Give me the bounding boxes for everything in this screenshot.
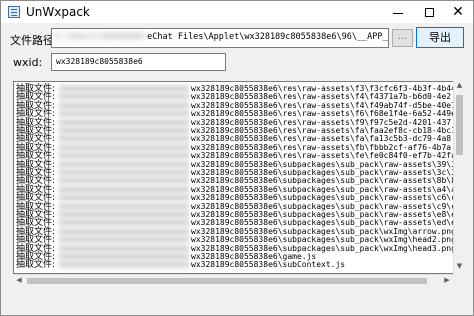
app-icon bbox=[8, 6, 20, 18]
redacted-path-segment bbox=[59, 160, 190, 168]
scroll-up-icon[interactable]: ▲ bbox=[454, 81, 465, 93]
redacted-path-segment bbox=[59, 261, 190, 269]
redacted-path-segment bbox=[59, 143, 190, 151]
log-line-path: wx328189c8055838e6\subContext.js bbox=[191, 260, 346, 270]
window-title: UnWxpack bbox=[26, 5, 90, 19]
log-line: 抽取文件: wx328189c8055838e6\subContext.js bbox=[16, 260, 464, 271]
redacted-path-segment bbox=[59, 236, 190, 244]
minimize-button[interactable] bbox=[383, 1, 413, 23]
redacted-path-segment bbox=[59, 127, 190, 134]
redacted-path-segment bbox=[59, 202, 190, 210]
redacted-path-segment bbox=[59, 227, 190, 235]
title-bar[interactable]: UnWxpack ✕ bbox=[1, 1, 473, 23]
vertical-scrollbar[interactable]: ▲ ▼ bbox=[453, 81, 465, 274]
redacted-path-segment bbox=[59, 118, 190, 126]
close-icon: ✕ bbox=[452, 4, 464, 20]
scroll-left-icon[interactable]: ◀ bbox=[13, 275, 25, 286]
app-window: UnWxpack ✕ 文件路径: C:\Users\XXXXXXXX\eChat… bbox=[0, 0, 474, 316]
redacted-path-segment bbox=[59, 93, 190, 101]
close-button[interactable]: ✕ bbox=[443, 1, 473, 23]
scroll-down-icon[interactable]: ▼ bbox=[454, 262, 465, 274]
redacted-path-segment bbox=[59, 135, 190, 143]
export-button[interactable]: 导出 bbox=[416, 27, 464, 48]
wxid-input[interactable]: wx328189c8055838e6 bbox=[51, 53, 226, 71]
minimize-icon bbox=[393, 12, 403, 14]
redacted-path-segment bbox=[59, 194, 190, 202]
redacted-path-segment bbox=[59, 177, 190, 185]
browse-button[interactable]: ... bbox=[392, 29, 413, 47]
maximize-icon bbox=[424, 7, 434, 17]
extract-log[interactable]: 抽取文件: wx328189c8055838e6\res\raw-assets\f… bbox=[13, 81, 465, 274]
log-line-prefix: 抽取文件: bbox=[16, 260, 56, 271]
redacted-path-segment bbox=[59, 211, 190, 218]
redacted-path-segment bbox=[59, 219, 190, 227]
path-input-value: eChat Files\Applet\wx328189c8055838e6\96… bbox=[147, 32, 388, 42]
redacted-path-segment bbox=[59, 101, 190, 109]
redacted-path-segment bbox=[59, 253, 190, 260]
redacted-path-segment bbox=[59, 185, 190, 193]
redacted-path-segment bbox=[59, 169, 190, 176]
wxid-label: wxid: bbox=[13, 56, 43, 69]
redacted-path-segment: C:\Users\XXXXXXXX\ bbox=[55, 32, 148, 42]
horizontal-scroll-thumb[interactable] bbox=[27, 278, 427, 284]
maximize-button[interactable] bbox=[414, 1, 444, 23]
scroll-right-icon[interactable]: ▶ bbox=[441, 275, 453, 286]
redacted-path-segment bbox=[59, 244, 190, 252]
path-input[interactable]: C:\Users\XXXXXXXX\eChat Files\Applet\wx3… bbox=[51, 28, 389, 48]
redacted-path-segment bbox=[59, 85, 190, 92]
redacted-path-segment bbox=[59, 110, 190, 118]
redacted-path-segment bbox=[59, 152, 190, 160]
horizontal-scrollbar[interactable]: ◀ ▶ bbox=[13, 274, 453, 286]
vertical-scroll-thumb[interactable] bbox=[456, 95, 463, 155]
